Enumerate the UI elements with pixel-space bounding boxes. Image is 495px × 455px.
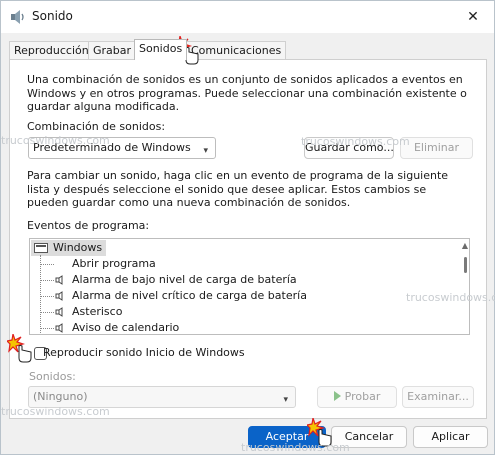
list-item[interactable]: Alarma de bajo nivel de carga de batería bbox=[30, 272, 450, 288]
sounds-select-value: (Ninguno) bbox=[33, 390, 88, 403]
speaker-icon bbox=[55, 275, 63, 285]
window-title: Sonido bbox=[32, 9, 73, 23]
speaker-icon bbox=[55, 307, 63, 317]
list-item-label: Aviso de calendario bbox=[72, 321, 180, 334]
sound-dialog: Sonido ✕ Reproducción Grabar Sonidos Com… bbox=[0, 0, 495, 455]
startup-sound-label: Reproducir sonido Inicio de Windows bbox=[43, 346, 245, 359]
list-item-label: Alarma de nivel crítico de carga de bate… bbox=[72, 289, 307, 302]
tab-comunicaciones[interactable]: Comunicaciones bbox=[186, 41, 287, 60]
cancel-button[interactable]: Cancelar bbox=[331, 426, 407, 448]
group-label: Windows bbox=[53, 241, 103, 254]
program-events-list[interactable]: Windows Abrir programa Alarma de bajo ni… bbox=[29, 238, 470, 335]
scheme-select-value: Predeterminado de Windows bbox=[33, 141, 191, 154]
save-as-button[interactable]: Guardar como... bbox=[304, 137, 394, 159]
events-label: Eventos de programa: bbox=[27, 219, 150, 232]
list-item[interactable]: Alarma de nivel crítico de carga de bate… bbox=[30, 288, 450, 304]
apply-button[interactable]: Aplicar bbox=[413, 426, 488, 448]
tab-reproduccion[interactable]: Reproducción bbox=[9, 41, 94, 60]
sounds-panel: Una combinación de sonidos es un conjunt… bbox=[9, 59, 487, 419]
speaker-icon bbox=[55, 291, 63, 301]
chevron-down-icon: ▾ bbox=[203, 146, 208, 156]
play-icon bbox=[333, 391, 341, 401]
close-icon: ✕ bbox=[467, 9, 479, 25]
test-button-label: Probar bbox=[344, 390, 381, 403]
tab-sonidos[interactable]: Sonidos bbox=[134, 39, 188, 60]
test-button[interactable]: Probar bbox=[317, 386, 397, 408]
intro-text: Una combinación de sonidos es un conjunt… bbox=[27, 73, 467, 113]
list-item[interactable]: Aviso de calendario bbox=[30, 320, 450, 334]
instructions-text: Para cambiar un sonido, haga clic en un … bbox=[27, 169, 449, 209]
chevron-down-icon: ▾ bbox=[283, 395, 288, 405]
browse-button[interactable]: Examinar... bbox=[402, 386, 474, 408]
list-group-windows[interactable]: Windows bbox=[31, 240, 106, 256]
window-icon bbox=[34, 243, 48, 253]
sounds-label: Sonidos: bbox=[29, 370, 76, 383]
click-pointer-icon bbox=[307, 418, 332, 447]
list-item[interactable]: Abrir programa bbox=[30, 256, 450, 272]
list-item-label: Alarma de bajo nivel de carga de batería bbox=[72, 273, 297, 286]
speaker-icon bbox=[55, 323, 63, 333]
scrollbar-thumb[interactable] bbox=[464, 257, 467, 273]
list-item-label: Abrir programa bbox=[72, 257, 156, 270]
scheme-select[interactable]: Predeterminado de Windows ▾ bbox=[28, 137, 216, 159]
click-pointer-icon bbox=[7, 334, 32, 363]
delete-button[interactable]: Eliminar bbox=[400, 137, 473, 159]
scroll-up-icon[interactable]: ▲ bbox=[462, 241, 468, 250]
tab-grabar[interactable]: Grabar bbox=[88, 41, 137, 60]
list-item[interactable]: Asterisco bbox=[30, 304, 450, 320]
speaker-app-icon bbox=[11, 10, 24, 24]
sounds-select[interactable]: (Ninguno) ▾ bbox=[28, 386, 296, 408]
list-item-label: Asterisco bbox=[72, 305, 123, 318]
close-button[interactable]: ✕ bbox=[452, 1, 494, 33]
scheme-label: Combinación de sonidos: bbox=[27, 120, 166, 133]
title-bar: Sonido ✕ bbox=[1, 1, 494, 33]
